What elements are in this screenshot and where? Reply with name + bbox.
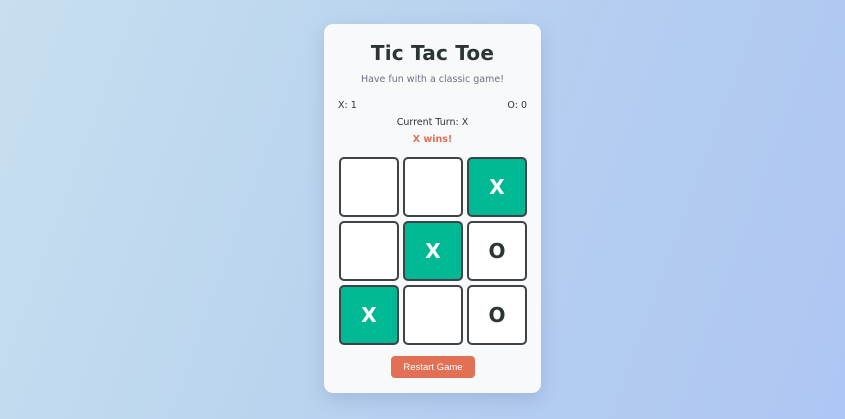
board-cell-1[interactable]	[339, 157, 399, 217]
board-cell-5[interactable]: X	[403, 221, 463, 281]
board-cell-6[interactable]: O	[467, 221, 527, 281]
game-status: X wins!	[412, 134, 453, 145]
game-board: X X O X O	[339, 157, 527, 345]
board-cell-4[interactable]	[339, 221, 399, 281]
game-subtitle: Have fun with a classic game!	[360, 74, 505, 85]
game-title: Tic Tac Toe	[370, 41, 495, 65]
score-o: O: 0	[507, 100, 527, 111]
score-x: X: 1	[338, 100, 357, 111]
board-cell-7[interactable]: X	[339, 285, 399, 345]
board-cell-9[interactable]: O	[467, 285, 527, 345]
board-cell-3[interactable]: X	[467, 157, 527, 217]
board-cell-8[interactable]	[403, 285, 463, 345]
game-card: Tic Tac Toe Have fun with a classic game…	[324, 24, 541, 393]
restart-button[interactable]: Restart Game	[391, 356, 475, 378]
board-cell-2[interactable]	[403, 157, 463, 217]
current-turn: Current Turn: X	[396, 117, 469, 128]
